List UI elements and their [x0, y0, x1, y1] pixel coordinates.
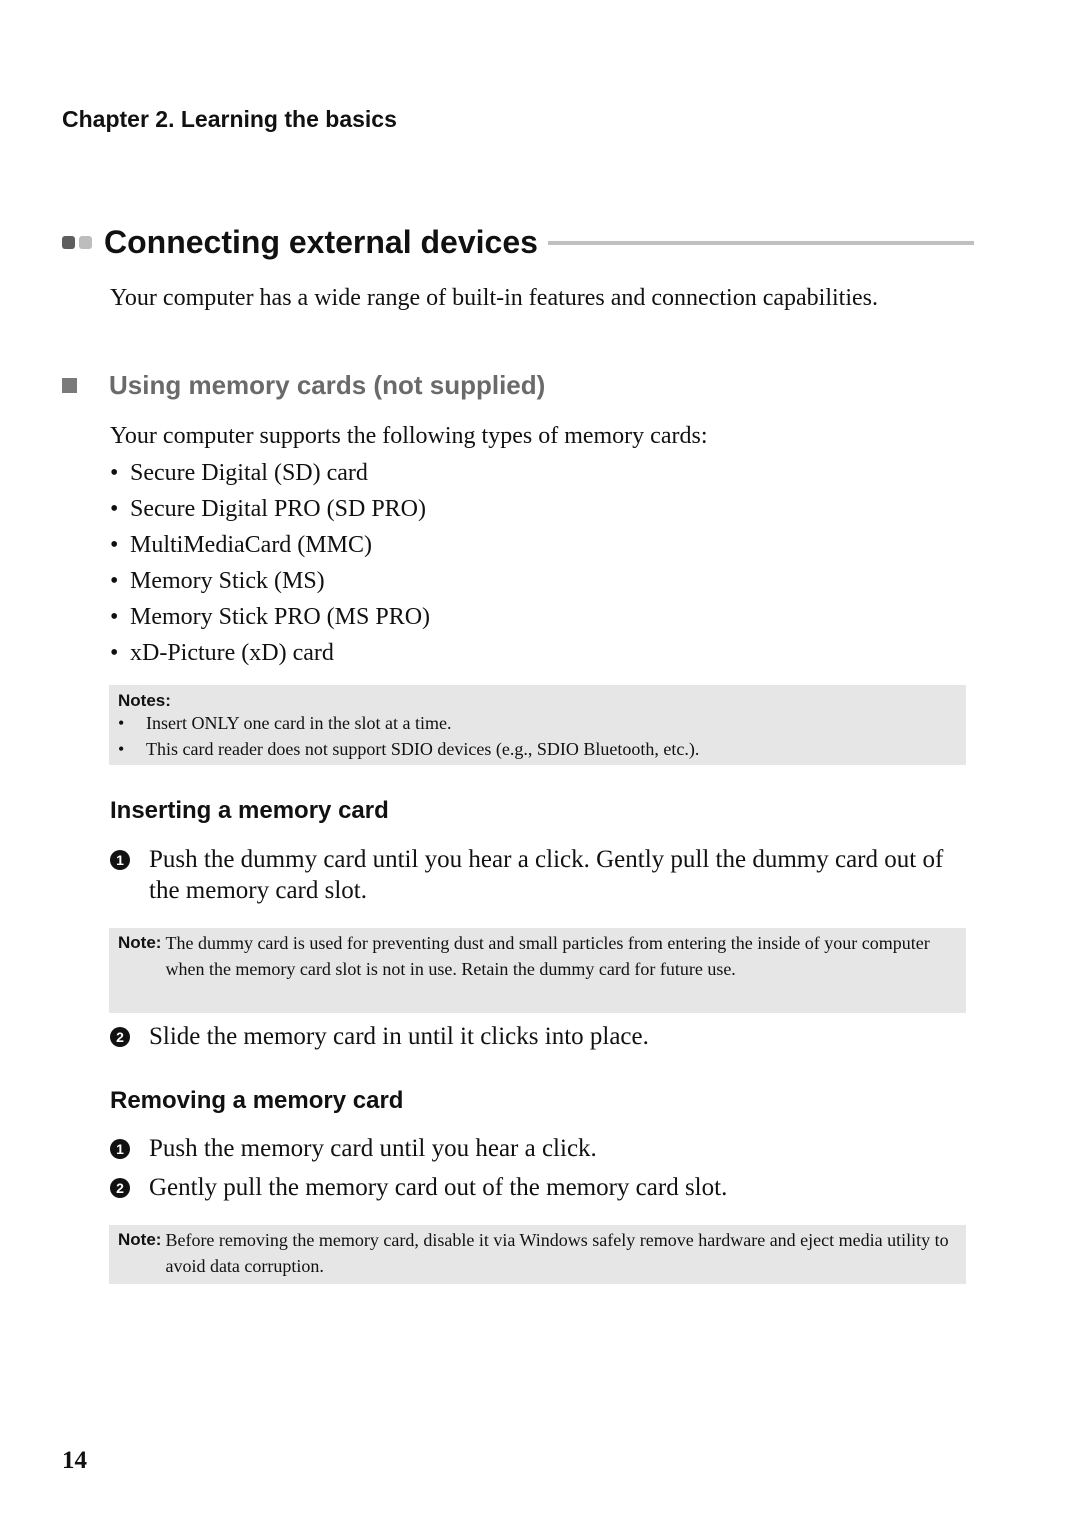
circled-number-icon: 2	[110, 1027, 130, 1047]
list-item: • MultiMediaCard (MMC)	[110, 532, 372, 558]
step-text: Gently pull the memory card out of the m…	[149, 1174, 728, 1201]
note-item: • This card reader does not support SDIO …	[118, 739, 700, 759]
square-bullet-icon	[62, 378, 77, 393]
card-type-list: • Secure Digital (SD) card • Secure Digita…	[110, 458, 430, 674]
step-text: Slide the memory card in until it clicks…	[149, 1023, 649, 1050]
inserting-step-2: 2 Slide the memory card in until it clic…	[110, 1021, 980, 1052]
list-item: • Secure Digital (SD) card	[110, 460, 368, 486]
note-label: Note:	[118, 933, 162, 952]
chapter-header: Chapter 2. Learning the basics	[62, 106, 397, 132]
notes-label: Notes:	[118, 691, 171, 710]
list-item: • Memory Stick (MS)	[110, 568, 325, 594]
section-intro: Your computer has a wide range of built-…	[110, 285, 878, 311]
notes-list: • Insert ONLY one card in the slot at a t…	[118, 711, 957, 763]
note-text: The dummy card is used for preventing du…	[165, 933, 930, 979]
circled-number-icon: 1	[110, 850, 130, 870]
supports-text: Your computer supports the following typ…	[110, 423, 708, 449]
list-item: • Memory Stick PRO (MS PRO)	[110, 604, 431, 630]
bullet-icon: •	[110, 532, 119, 558]
inserting-step-1: 1 Push the dummy card until you hear a c…	[110, 844, 980, 906]
dummy-card-note: Note: The dummy card is used for prevent…	[109, 928, 966, 1013]
bullet-icon: •	[118, 713, 125, 733]
removal-note: Note: Before removing the memory card, d…	[109, 1225, 966, 1284]
bullet-icon: •	[110, 460, 119, 486]
circled-number-icon: 2	[110, 1178, 130, 1198]
bullet-icon: •	[110, 640, 119, 666]
removing-step-2: 2 Gently pull the memory card out of the…	[110, 1172, 980, 1203]
note-label: Note:	[118, 1230, 162, 1249]
step-text: Push the dummy card until you hear a cli…	[149, 846, 944, 904]
bullet-icon: •	[110, 496, 119, 522]
note-text: Before removing the memory card, disable…	[165, 1230, 949, 1276]
notes-box: Notes: • Insert ONLY one card in the slot…	[109, 685, 966, 765]
page-number: 14	[62, 1447, 87, 1474]
heading-rule	[547, 241, 974, 245]
circled-number-icon: 1	[110, 1139, 130, 1159]
removing-step-1: 1 Push the memory card until you hear a …	[110, 1133, 980, 1164]
section-heading: Connecting external devices	[62, 222, 974, 262]
bullet-icon: •	[118, 739, 125, 759]
removing-heading: Removing a memory card	[110, 1087, 404, 1114]
note-item: • Insert ONLY one card in the slot at a t…	[118, 713, 452, 733]
two-squares-icon	[62, 235, 75, 249]
bullet-icon: •	[110, 568, 119, 594]
subsection-title: Using memory cards (not supplied)	[109, 370, 546, 400]
inserting-heading: Inserting a memory card	[110, 797, 389, 824]
section-title: Connecting external devices	[104, 223, 538, 260]
list-item: • xD-Picture (xD) card	[110, 640, 334, 666]
step-text: Push the memory card until you hear a cl…	[149, 1135, 597, 1162]
list-item: • Secure Digital PRO (SD PRO)	[110, 496, 426, 522]
two-squares-icon	[79, 235, 92, 249]
bullet-icon: •	[110, 604, 119, 630]
subsection-heading: Using memory cards (not supplied)	[62, 370, 545, 401]
